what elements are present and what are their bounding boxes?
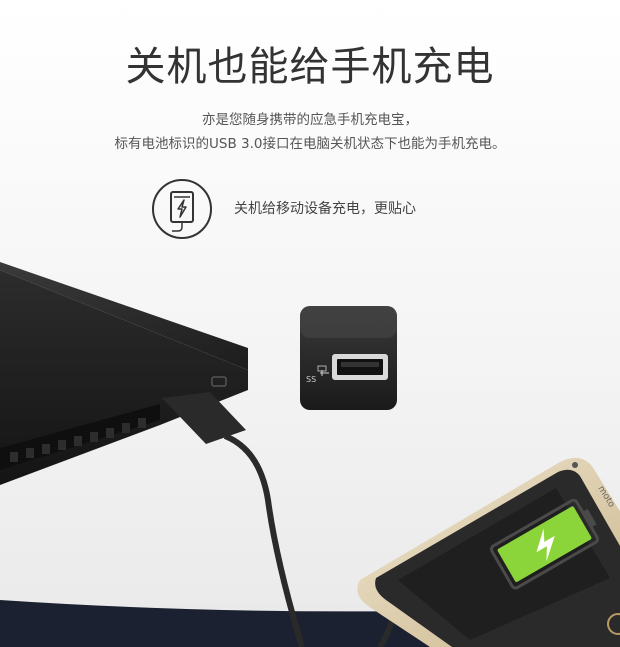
smartphone: moto [357,457,620,647]
phone-camera [572,462,578,468]
promo-page: 关机也能给手机充电 亦是您随身携带的应急手机充电宝， 标有电池标识的USB 3.… [0,0,620,647]
usb-port-tongue [341,362,379,367]
product-scene: SS moto [0,262,620,647]
port-closeup: SS [300,306,397,410]
usb-cable [162,392,395,647]
port-ss-label: SS [306,375,316,384]
laptop [0,262,248,485]
